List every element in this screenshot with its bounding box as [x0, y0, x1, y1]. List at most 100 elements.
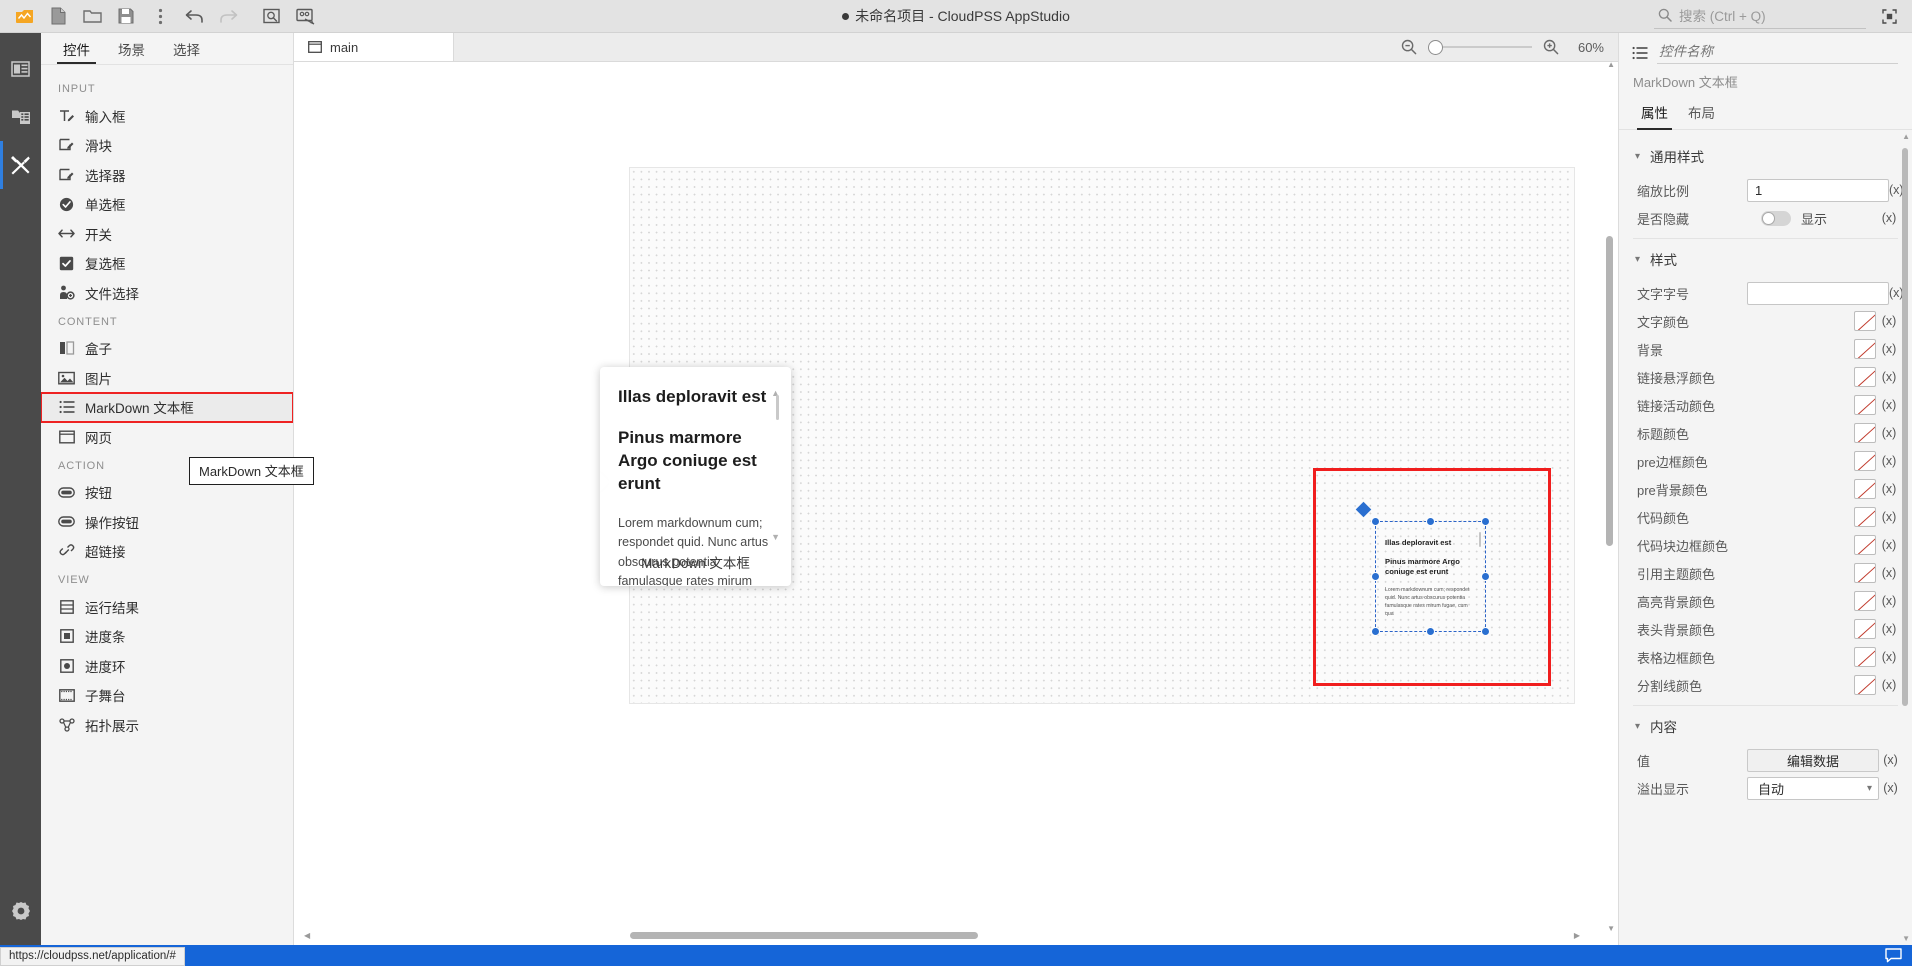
- scroll-up-icon[interactable]: ▲: [1607, 62, 1615, 69]
- inspector-scroll-down-icon[interactable]: ▼: [1902, 934, 1910, 943]
- expr-toggle[interactable]: (x): [1879, 753, 1902, 767]
- palette-item-result[interactable]: 运行结果: [41, 592, 293, 622]
- resize-handle-w[interactable]: [1371, 571, 1380, 581]
- expr-toggle[interactable]: (x): [1876, 650, 1902, 664]
- zoom-out-icon[interactable]: [1399, 37, 1419, 57]
- maximize-icon[interactable]: [1876, 4, 1902, 28]
- expr-toggle[interactable]: (x): [1876, 454, 1902, 468]
- canvas-viewport[interactable]: Illas deploravit est Pinus marmore Argo …: [294, 62, 1618, 945]
- color-swatch-text[interactable]: [1854, 311, 1876, 331]
- font-size-input[interactable]: [1747, 281, 1889, 305]
- palette-item-progress-ring[interactable]: 进度环: [41, 651, 293, 681]
- resize-handle-n[interactable]: [1425, 517, 1435, 526]
- palette-item-hyperlink[interactable]: 超链接: [41, 537, 293, 567]
- inspector-tab-layout[interactable]: 布局: [1678, 102, 1725, 129]
- palette-item-checkbox[interactable]: 复选框: [41, 249, 293, 279]
- palette-item-box[interactable]: 盒子: [41, 334, 293, 364]
- app-logo-icon[interactable]: [8, 2, 40, 30]
- scale-input[interactable]: [1747, 178, 1889, 202]
- expr-toggle[interactable]: (x): [1876, 566, 1902, 580]
- publish-icon[interactable]: [290, 2, 322, 30]
- global-search-box[interactable]: 搜索 (Ctrl + Q): [1654, 3, 1866, 29]
- section-header-general-style[interactable]: ▾ 通用样式: [1619, 136, 1912, 176]
- scroll-down-icon[interactable]: ▼: [1607, 924, 1615, 933]
- expr-toggle[interactable]: (x): [1876, 370, 1902, 384]
- color-swatch-pre-background[interactable]: [1854, 479, 1876, 499]
- expr-toggle[interactable]: (x): [1876, 622, 1902, 636]
- expr-toggle[interactable]: (x): [1876, 510, 1902, 524]
- expr-toggle[interactable]: (x): [1876, 426, 1902, 440]
- expr-toggle[interactable]: (x): [1876, 314, 1902, 328]
- resize-handle-se[interactable]: [1481, 627, 1490, 636]
- color-swatch-code-block-border[interactable]: [1854, 535, 1876, 555]
- inspector-scrollbar[interactable]: [1902, 134, 1910, 939]
- save-file-icon[interactable]: [110, 2, 142, 30]
- preview-icon[interactable]: [256, 2, 288, 30]
- canvas-hscrollbar[interactable]: ◀ ▶: [300, 931, 1596, 941]
- palette-item-file-picker[interactable]: 文件选择: [41, 278, 293, 308]
- scroll-right-icon[interactable]: ▶: [1574, 931, 1580, 940]
- feedback-button[interactable]: [1885, 948, 1902, 963]
- expr-toggle[interactable]: (x): [1876, 678, 1902, 692]
- color-swatch-link-hover[interactable]: [1854, 367, 1876, 387]
- rail-item-settings[interactable]: [0, 887, 41, 935]
- canvas-tab-main[interactable]: main: [294, 33, 454, 61]
- scroll-left-icon[interactable]: ◀: [304, 931, 310, 940]
- hidden-toggle[interactable]: [1761, 210, 1791, 226]
- palette-item-topology[interactable]: 拓扑展示: [41, 710, 293, 740]
- palette-item-webpage[interactable]: 网页: [41, 422, 293, 452]
- more-menu-icon[interactable]: [144, 2, 176, 30]
- widget-scrollbar-thumb[interactable]: [1478, 532, 1481, 547]
- color-swatch-link-active[interactable]: [1854, 395, 1876, 415]
- palette-item-slider[interactable]: 滑块: [41, 131, 293, 161]
- palette-item-action-button[interactable]: 操作按钮: [41, 507, 293, 537]
- overflow-select[interactable]: 自动 ▾: [1747, 776, 1879, 800]
- palette-item-selector[interactable]: 选择器: [41, 160, 293, 190]
- preview-scroll-down-icon[interactable]: ▼: [771, 532, 780, 542]
- color-swatch-heading[interactable]: [1854, 423, 1876, 443]
- expr-toggle[interactable]: (x): [1879, 781, 1902, 795]
- resize-handle-ne[interactable]: [1481, 517, 1490, 526]
- widget-name-input[interactable]: [1657, 42, 1898, 64]
- zoom-slider-knob[interactable]: [1428, 39, 1443, 55]
- expr-toggle[interactable]: (x): [1876, 594, 1902, 608]
- resize-handle-sw[interactable]: [1371, 627, 1380, 636]
- palette-item-progress-bar[interactable]: 进度条: [41, 622, 293, 652]
- expr-toggle[interactable]: (x): [1876, 538, 1902, 552]
- palette-item-markdown[interactable]: MarkDown 文本框: [41, 391, 293, 423]
- expr-toggle[interactable]: (x): [1876, 342, 1902, 356]
- color-swatch-code[interactable]: [1854, 507, 1876, 527]
- palette-tab-selection[interactable]: 选择: [159, 33, 214, 64]
- rail-item-resources-view[interactable]: [0, 93, 41, 141]
- color-swatch-table-border[interactable]: [1854, 647, 1876, 667]
- canvas-vscroll-thumb[interactable]: [1606, 236, 1613, 546]
- palette-item-text-input[interactable]: 输入框: [41, 101, 293, 131]
- rail-item-tools-view[interactable]: [0, 141, 41, 189]
- inspector-tab-properties[interactable]: 属性: [1631, 102, 1678, 131]
- new-file-icon[interactable]: [42, 2, 74, 30]
- palette-item-radio[interactable]: 单选框: [41, 190, 293, 220]
- palette-item-switch[interactable]: 开关: [41, 219, 293, 249]
- inspector-scroll-thumb[interactable]: [1902, 148, 1908, 706]
- zoom-in-icon[interactable]: [1541, 37, 1561, 57]
- canvas-vscrollbar[interactable]: [1605, 66, 1615, 927]
- color-swatch-table-header-background[interactable]: [1854, 619, 1876, 639]
- resize-handle-e[interactable]: [1481, 571, 1490, 581]
- edit-data-button[interactable]: 编辑数据: [1747, 748, 1879, 772]
- expr-toggle[interactable]: (x): [1876, 398, 1902, 412]
- preview-scrollbar-thumb[interactable]: [775, 395, 779, 420]
- palette-tab-scenes[interactable]: 场景: [104, 33, 159, 64]
- palette-tab-widgets[interactable]: 控件: [49, 33, 104, 64]
- color-swatch-pre-border[interactable]: [1854, 451, 1876, 471]
- zoom-slider[interactable]: [1428, 39, 1532, 55]
- inspector-scroll-up-icon[interactable]: ▲: [1902, 132, 1910, 141]
- color-swatch-background[interactable]: [1854, 339, 1876, 359]
- palette-item-image[interactable]: 图片: [41, 363, 293, 393]
- resize-handle-s[interactable]: [1425, 627, 1435, 636]
- canvas-hscroll-thumb[interactable]: [630, 932, 978, 939]
- expr-toggle[interactable]: (x): [1876, 482, 1902, 496]
- expr-toggle[interactable]: (x): [1876, 211, 1902, 225]
- resize-handle-nw[interactable]: [1371, 517, 1380, 526]
- open-folder-icon[interactable]: [76, 2, 108, 30]
- section-header-content[interactable]: ▾ 内容: [1619, 706, 1912, 746]
